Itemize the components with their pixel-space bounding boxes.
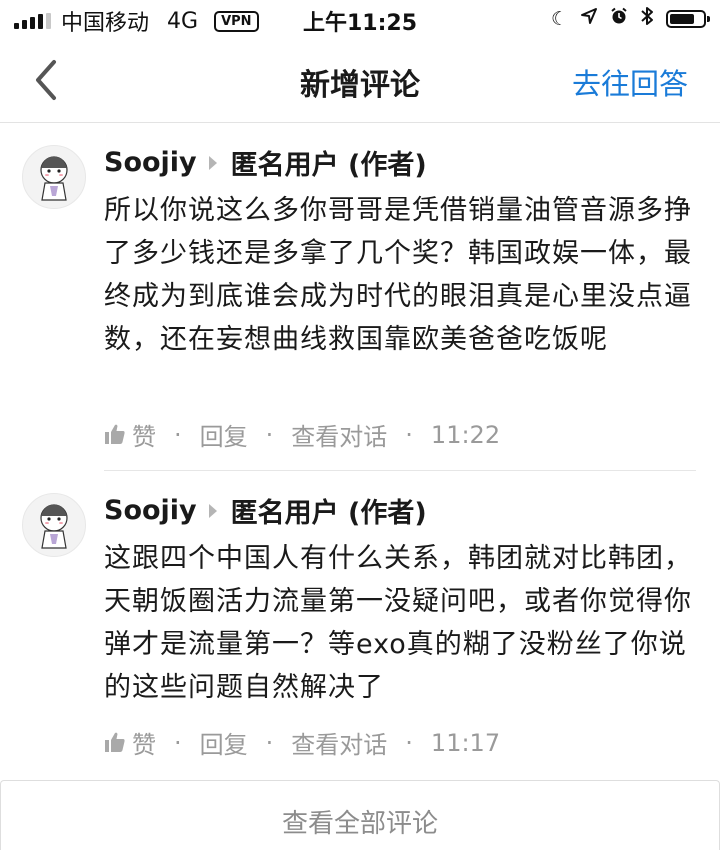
comment-author[interactable]: Soojiy	[104, 495, 197, 526]
comment-author[interactable]: Soojiy	[104, 147, 197, 178]
separator-dot: ·	[405, 420, 413, 449]
like-label: 赞	[132, 423, 156, 451]
status-bar: 中国移动 4G VPN 上午11:25 ☾	[0, 0, 720, 38]
separator-dot: ·	[265, 728, 274, 757]
like-button[interactable]: 赞	[104, 725, 156, 760]
comment-header: Soojiy 匿名用户 (作者)	[104, 143, 427, 182]
comment-time: 11:22	[430, 420, 501, 449]
view-conversation-button[interactable]: 查看对话	[291, 725, 387, 760]
avatar[interactable]	[22, 493, 86, 557]
bluetooth-icon	[640, 6, 654, 31]
location-icon	[580, 7, 598, 30]
moon-icon: ☾	[550, 7, 568, 30]
thumbs-up-icon	[105, 424, 125, 444]
reply-arrow-icon	[208, 503, 217, 518]
comment-item: Soojiy 匿名用户 (作者) 所以你说这么多你哥哥是凭借销量油管音源多挣了多…	[0, 123, 720, 471]
reply-arrow-icon	[208, 155, 217, 170]
comment-reply-to[interactable]: 匿名用户 (作者)	[231, 143, 427, 182]
alarm-icon	[610, 7, 628, 30]
separator-dot: ·	[405, 728, 413, 757]
comment-reply-to[interactable]: 匿名用户 (作者)	[231, 491, 427, 530]
comment-header: Soojiy 匿名用户 (作者)	[104, 491, 427, 530]
thumbs-up-icon	[105, 732, 125, 752]
comment-time: 11:17	[430, 728, 501, 757]
view-conversation-button[interactable]: 查看对话	[291, 417, 387, 452]
nav-bar: 新增评论 去往回答	[0, 38, 720, 123]
battery-icon	[666, 9, 710, 28]
like-button[interactable]: 赞	[104, 417, 156, 452]
avatar[interactable]	[22, 145, 86, 209]
separator-dot: ·	[174, 420, 182, 449]
like-label: 赞	[132, 731, 156, 759]
comment-text: 所以你说这么多你哥哥是凭借销量油管音源多挣了多少钱还是多拿了几个奖？韩国政娱一体…	[104, 195, 692, 355]
view-all-comments-button[interactable]: 查看全部评论	[0, 780, 720, 850]
comment-actions: 赞 · 回复 · 查看对话 · 11:22	[104, 417, 500, 452]
comment-actions: 赞 · 回复 · 查看对话 · 11:17	[104, 725, 500, 760]
status-right: ☾	[550, 6, 710, 31]
comment-item: Soojiy 匿名用户 (作者) 这跟四个中国人有什么关系，韩团就对比韩团，天朝…	[0, 471, 720, 779]
reply-button[interactable]: 回复	[200, 725, 248, 760]
separator-dot: ·	[265, 420, 274, 449]
go-to-answer-button[interactable]: 去往回答	[572, 61, 688, 103]
separator-dot: ·	[174, 728, 182, 757]
comment-list: Soojiy 匿名用户 (作者) 所以你说这么多你哥哥是凭借销量油管音源多挣了多…	[0, 123, 720, 779]
comment-text: 这跟四个中国人有什么关系，韩团就对比韩团，天朝饭圈活力流量第一没疑问吧，或者你觉…	[104, 543, 692, 703]
reply-button[interactable]: 回复	[200, 417, 248, 452]
